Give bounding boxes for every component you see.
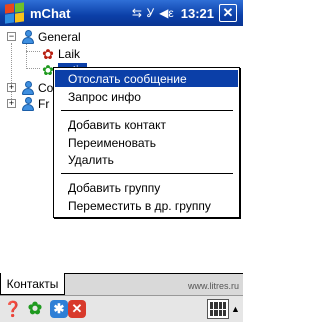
group-icon xyxy=(21,29,35,44)
keyboard-icon[interactable] xyxy=(207,299,229,319)
expand-icon[interactable]: + xyxy=(7,99,16,108)
clock[interactable]: 13:21 xyxy=(181,6,214,21)
expand-icon[interactable]: + xyxy=(7,83,16,92)
tab-contacts[interactable]: Контакты xyxy=(0,273,65,295)
tree-group-co[interactable]: + Co xyxy=(7,79,53,96)
contact-label: Laik xyxy=(58,46,81,61)
menu-item-add-contact[interactable]: Добавить контакт xyxy=(55,116,238,133)
system-tray: ⇆ Ỿ ◀ε 13:21 ✕ xyxy=(132,4,243,22)
tree-group-general[interactable]: − General xyxy=(7,28,81,45)
app-title: mChat xyxy=(30,5,71,21)
exit-icon[interactable]: ✕ xyxy=(68,300,86,318)
watermark: www.litres.ru xyxy=(187,281,239,291)
menu-separator xyxy=(61,173,233,174)
offline-flower-icon: ✿ xyxy=(42,45,54,62)
menu-item-delete[interactable]: Удалить xyxy=(55,151,238,168)
menu-item-rename[interactable]: Переименовать xyxy=(55,134,238,151)
tree-group-fr[interactable]: + Fr xyxy=(7,95,49,112)
sync-arrows-icon[interactable]: ⇆ xyxy=(132,7,142,19)
title-bar: mChat ⇆ Ỿ ◀ε 13:21 ✕ xyxy=(0,0,243,26)
context-menu: Отослать сообщение Запрос инфо Добавить … xyxy=(53,67,240,218)
group-label: Fr xyxy=(38,96,50,111)
menu-item-add-group[interactable]: Добавить группу xyxy=(55,179,238,196)
group-label: General xyxy=(38,29,81,44)
status-icon[interactable]: ❓ xyxy=(4,300,23,318)
bottom-toolbar: ❓ ✿ ✱ ✕ ▲ xyxy=(0,295,243,322)
group-icon xyxy=(21,80,35,95)
group-icon xyxy=(21,96,35,111)
input-menu-arrow-icon[interactable]: ▲ xyxy=(231,304,240,314)
group-label: Co xyxy=(38,80,54,95)
menu-item-move-to-group[interactable]: Переместить в др. группу xyxy=(55,197,238,214)
settings-icon[interactable]: ✱ xyxy=(50,300,68,318)
menu-item-request-info[interactable]: Запрос инфо xyxy=(55,88,238,105)
signal-icon[interactable]: Ỿ xyxy=(147,7,154,19)
windows-start-icon[interactable] xyxy=(0,0,30,26)
close-button[interactable]: ✕ xyxy=(219,4,237,22)
icq-flower-icon[interactable]: ✿ xyxy=(26,299,44,318)
speaker-icon[interactable]: ◀ε xyxy=(159,7,174,19)
menu-item-send-message[interactable]: Отослать сообщение xyxy=(55,70,238,87)
menu-separator xyxy=(61,110,233,111)
tree-contact-laik[interactable]: ✿ Laik xyxy=(41,45,80,62)
collapse-icon[interactable]: − xyxy=(7,32,16,41)
